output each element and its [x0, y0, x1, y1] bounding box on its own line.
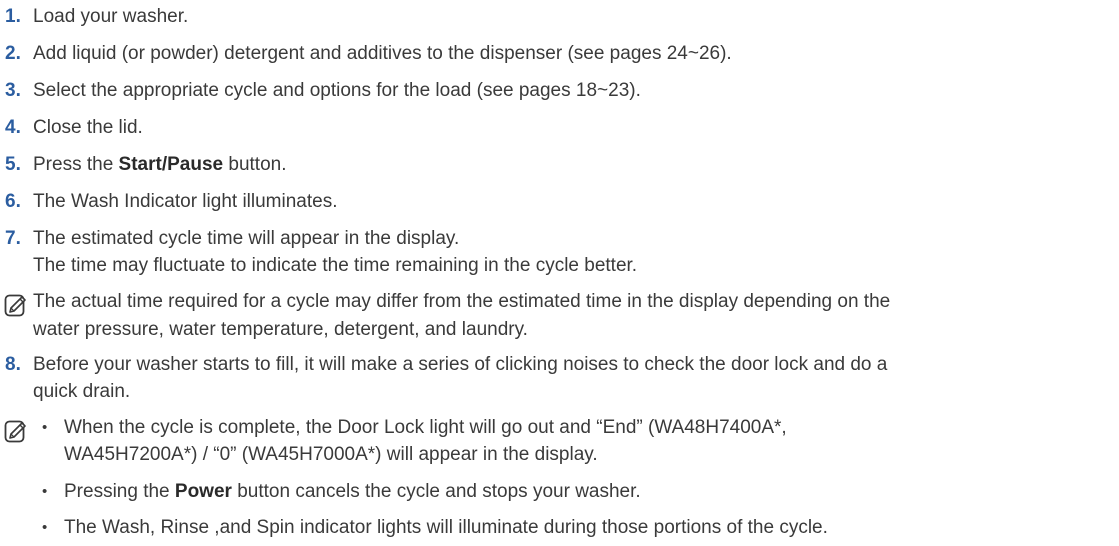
bullet-marker: • [42, 519, 48, 536]
note-2-bullet-1-line-1: When the cycle is complete, the Door Loc… [64, 417, 787, 438]
step-number: 4. [5, 117, 21, 138]
step-number: 7. [5, 228, 21, 249]
step-number: 6. [5, 191, 21, 212]
note-pencil-icon [4, 294, 26, 317]
note-1-line-1: The actual time required for a cycle may… [33, 291, 891, 312]
step-text: Load your washer. [33, 6, 189, 27]
step-text: Add liquid (or powder) detergent and add… [33, 43, 732, 64]
step-7-continuation: The time may fluctuate to indicate the t… [33, 255, 638, 276]
step-number: 5. [5, 154, 21, 175]
bullet-2-pre: Pressing the [64, 481, 175, 502]
step-text: Select the appropriate cycle and options… [33, 80, 641, 101]
step-text: The Wash Indicator light illuminates. [33, 191, 338, 212]
note-pencil-icon [4, 420, 26, 443]
step-text-pre: Press the [33, 154, 119, 175]
step-text-post: button. [223, 154, 287, 175]
note-2-bullet-3: The Wash, Rinse ,and Spin indicator ligh… [64, 517, 828, 538]
step-number: 1. [5, 6, 21, 27]
bullet-marker: • [42, 419, 48, 436]
step-text: Close the lid. [33, 117, 143, 138]
start-pause-label: Start/Pause [118, 154, 224, 175]
instructions-page: 1. Load your washer. 2. Add liquid (or p… [0, 0, 1119, 546]
power-label: Power [174, 481, 232, 502]
note-2-bullet-2: Pressing the Power button cancels the cy… [64, 477, 641, 507]
step-8-continuation: quick drain. [33, 381, 131, 402]
step-text: The estimated cycle time will appear in … [33, 228, 460, 249]
bullet-marker: • [42, 483, 48, 500]
note-2-bullet-1-line-2: WA45H7200A*) / “0” (WA45H7000A*) will ap… [64, 444, 598, 465]
step-number: 3. [5, 80, 21, 101]
note-1-line-2: water pressure, water temperature, deter… [33, 319, 528, 340]
step-text: Before your washer starts to fill, it wi… [33, 354, 888, 375]
bullet-2-post: button cancels the cycle and stops your … [231, 481, 641, 502]
step-number: 2. [5, 43, 21, 64]
step-text: Press the Start/Pause button. [33, 150, 286, 180]
step-number: 8. [5, 354, 21, 375]
